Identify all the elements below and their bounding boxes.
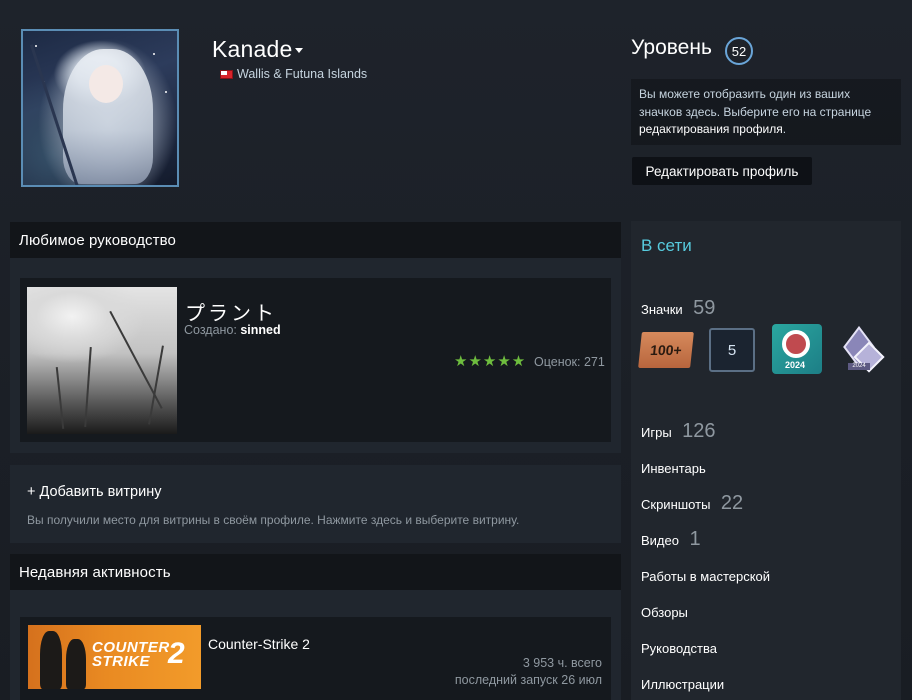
game-banner[interactable]: COUNTER STRIKE 2 [28, 625, 201, 689]
online-status: В сети [641, 236, 692, 255]
screenshots-label[interactable]: Скриншоты [641, 497, 710, 512]
badge-cube-year: 2024 [848, 363, 870, 370]
games-label[interactable]: Игры [641, 425, 672, 440]
favorite-guide-header: Любимое руководство [10, 222, 621, 258]
game-banner-text-2: STRIKE [92, 653, 151, 670]
badge-steam-year: 2024 [785, 360, 806, 370]
videos-stat[interactable]: Видео 1 [641, 528, 701, 551]
videos-label[interactable]: Видео [641, 533, 679, 548]
level-badge[interactable]: 52 [725, 37, 753, 65]
guide-rating-stars-icon: ★★★★★ [454, 352, 527, 370]
add-showcase-button[interactable]: + Добавить витрину [27, 484, 161, 500]
badge-hint-text: Вы можете отобразить один из ваших значк… [639, 87, 872, 119]
add-showcase-description: Вы получили место для витрины в своём пр… [27, 513, 520, 527]
badges-stat[interactable]: Значки 59 [641, 297, 715, 320]
badge-hint-end: . [782, 122, 787, 136]
game-banner-number: 2 [168, 637, 185, 670]
profile-location: Wallis & Futuna Islands [237, 67, 368, 81]
persona-dropdown-caret-icon[interactable] [295, 48, 303, 53]
badge-steam-2024-icon[interactable]: 2024 [772, 324, 822, 374]
edit-profile-link[interactable]: редактирования профиля [639, 122, 783, 136]
inventory-link[interactable]: Инвентарь [641, 461, 706, 476]
badges-count[interactable]: 59 [693, 297, 715, 319]
games-stat[interactable]: Игры 126 [641, 420, 716, 443]
guide-ratings-count: Оценок: 271 [534, 355, 605, 369]
game-name[interactable]: Counter-Strike 2 [208, 636, 310, 652]
persona-name[interactable]: Kanade [212, 36, 293, 63]
level-label: Уровень [631, 36, 712, 59]
badges-label[interactable]: Значки [641, 302, 683, 317]
recent-activity-header: Недавняя активность [10, 554, 621, 590]
badge-years-icon[interactable]: 5 [709, 328, 755, 372]
screenshots-count[interactable]: 22 [721, 492, 743, 514]
add-showcase-panel[interactable] [10, 465, 621, 543]
guides-link[interactable]: Руководства [641, 641, 717, 656]
guide-author-prefix: Создано: [184, 323, 237, 337]
videos-count[interactable]: 1 [689, 528, 700, 550]
reviews-link[interactable]: Обзоры [641, 605, 688, 620]
screenshots-stat[interactable]: Скриншоты 22 [641, 492, 743, 515]
guide-author: Создано: sinned [184, 323, 281, 337]
profile-avatar[interactable] [21, 29, 179, 187]
game-last-played: последний запуск 26 июл [454, 673, 602, 687]
workshop-link[interactable]: Работы в мастерской [641, 569, 770, 584]
game-hours: 3 953 ч. всего [522, 656, 602, 670]
games-count[interactable]: 126 [682, 420, 715, 442]
badge-hint: Вы можете отобразить один из ваших значк… [631, 79, 901, 145]
edit-profile-button[interactable]: Редактировать профиль [632, 157, 812, 185]
guide-thumbnail[interactable] [27, 287, 177, 434]
artwork-link[interactable]: Иллюстрации [641, 677, 724, 692]
country-flag-icon [220, 70, 233, 79]
badge-cube-icon[interactable]: 2024 [842, 326, 885, 373]
guide-title[interactable]: プラント [185, 297, 277, 326]
badge-100-icon[interactable]: 100+ [638, 332, 694, 368]
guide-author-name[interactable]: sinned [240, 323, 280, 337]
